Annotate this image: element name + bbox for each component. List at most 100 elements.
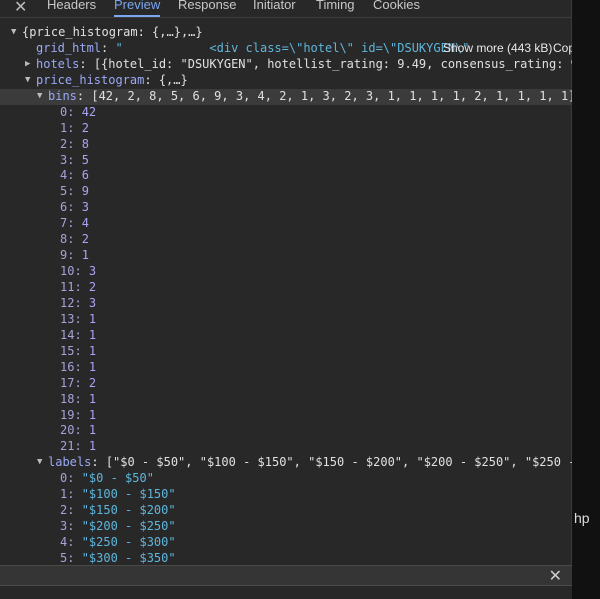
- tree-item-row[interactable]: 0: "$0 - $50": [0, 471, 572, 487]
- tab-cookies[interactable]: Cookies: [373, 0, 420, 12]
- item-value: "$150 - $200": [81, 503, 176, 518]
- item-index: 2:: [60, 136, 82, 151]
- expand-triangle-icon[interactable]: ▶: [25, 57, 30, 73]
- tree-item-row[interactable]: 12: 3: [0, 296, 572, 312]
- page-side-strip: hp: [572, 0, 600, 599]
- item-value: 1: [88, 311, 97, 326]
- tree-row-hotels[interactable]: ▶ hotels: [{hotel_id: "DSUKYGEN", hotell…: [0, 57, 572, 73]
- tree-item-row[interactable]: 15: 1: [0, 344, 572, 360]
- tab-preview[interactable]: Preview: [114, 0, 161, 17]
- tree-row-grid-html[interactable]: grid_html: " <div class=\"hotel\" id=\"D…: [0, 41, 572, 57]
- item-value: "$0 - $50": [81, 471, 154, 486]
- tree-item-row[interactable]: 13: 1: [0, 312, 572, 328]
- tree-item-row[interactable]: 6: 3: [0, 200, 572, 216]
- tree-item-row[interactable]: 5: "$300 - $350": [0, 551, 572, 565]
- tab-timing[interactable]: Timing: [316, 0, 355, 12]
- tree-item-row[interactable]: 9: 1: [0, 248, 572, 264]
- tree-item-row[interactable]: 21: 1: [0, 439, 572, 455]
- item-value: 1: [88, 423, 97, 438]
- item-index: 13:: [60, 311, 89, 326]
- item-index: 0:: [60, 471, 82, 486]
- expand-triangle-icon[interactable]: ▼: [25, 73, 30, 89]
- item-index: 20:: [60, 423, 89, 438]
- tree-item-row[interactable]: 4: "$250 - $300": [0, 535, 572, 551]
- tree-item-row[interactable]: 3: "$200 - $250": [0, 519, 572, 535]
- item-index: 0:: [60, 104, 82, 119]
- item-index: 14:: [60, 327, 89, 342]
- tree-item-row[interactable]: 7: 4: [0, 216, 572, 232]
- item-value: "$300 - $350": [81, 550, 176, 565]
- tree-row-bins[interactable]: ▼ bins: [42, 2, 8, 5, 6, 9, 3, 4, 2, 1, …: [0, 88, 572, 105]
- tree-root[interactable]: ▼ {price_histogram: {,…},…}: [0, 25, 572, 41]
- copy-button[interactable]: Copy: [553, 41, 572, 57]
- item-value: 4: [81, 216, 89, 231]
- item-value: 2: [81, 232, 89, 247]
- item-index: 8:: [60, 232, 82, 247]
- expand-triangle-icon[interactable]: ▼: [11, 25, 16, 41]
- item-index: 12:: [60, 295, 89, 310]
- tree-item-row[interactable]: 1: "$100 - $150": [0, 487, 572, 503]
- tree-row-price-histogram[interactable]: ▼ price_histogram: {,…}: [0, 73, 572, 89]
- tree-item-row[interactable]: 14: 1: [0, 328, 572, 344]
- item-value: 1: [88, 343, 97, 358]
- item-index: 19:: [60, 407, 89, 422]
- item-index: 9:: [60, 248, 82, 263]
- item-value: 8: [81, 136, 89, 151]
- tree-row-labels[interactable]: ▼ labels: ["$0 - $50", "$100 - $150", "$…: [0, 455, 572, 471]
- tree-item-row[interactable]: 20: 1: [0, 423, 572, 439]
- item-index: 1:: [60, 120, 82, 135]
- hotels-key: hotels: [36, 56, 80, 71]
- tab-initiator[interactable]: Initiator: [253, 0, 296, 12]
- tree-item-row[interactable]: 11: 2: [0, 280, 572, 296]
- tree-item-row[interactable]: 10: 3: [0, 264, 572, 280]
- item-index: 2:: [60, 503, 82, 518]
- item-index: 7:: [60, 216, 82, 231]
- item-value: 9: [81, 184, 89, 199]
- tab-response[interactable]: Response: [178, 0, 237, 12]
- labels-value: ["$0 - $50", "$100 - $150", "$150 - $200…: [105, 455, 572, 470]
- item-value: 2: [88, 280, 97, 294]
- expand-triangle-icon[interactable]: ▼: [37, 89, 42, 105]
- show-more-button[interactable]: Show more (443 kB): [443, 41, 552, 57]
- tree-item-row[interactable]: 5: 9: [0, 184, 572, 200]
- bins-value: [42, 2, 8, 5, 6, 9, 3, 4, 2, 1, 3, 2, 3,…: [91, 88, 572, 103]
- item-index: 4:: [60, 168, 82, 183]
- tab-headers[interactable]: Headers: [47, 0, 96, 12]
- tree-item-row[interactable]: 17: 2: [0, 376, 572, 392]
- item-value: 2: [81, 120, 89, 135]
- root-summary: {price_histogram: {,…},…}: [22, 25, 203, 39]
- close-icon[interactable]: ✕: [14, 0, 27, 17]
- tree-item-row[interactable]: 4: 6: [0, 168, 572, 184]
- hotels-value: [{hotel_id: "DSUKYGEN", hotellist_rating…: [93, 56, 572, 71]
- price-histogram-value: {,…}: [158, 72, 188, 87]
- tree-item-row[interactable]: 2: 8: [0, 137, 572, 153]
- expand-triangle-icon[interactable]: ▼: [37, 455, 42, 471]
- item-index: 18:: [60, 391, 89, 406]
- page-text-fragment: hp: [574, 510, 590, 526]
- item-index: 10:: [60, 264, 89, 279]
- item-index: 3:: [60, 519, 82, 534]
- close-drawer-icon[interactable]: ✕: [549, 566, 562, 586]
- drawer-bar: ✕: [0, 565, 572, 586]
- item-value: 3: [81, 200, 89, 215]
- devtools-network-panel: ✕ Headers Preview Response Initiator Tim…: [0, 0, 572, 599]
- tree-item-row[interactable]: 1: 2: [0, 121, 572, 137]
- tree-item-row[interactable]: 3: 5: [0, 153, 572, 169]
- tab-bar: ✕ Headers Preview Response Initiator Tim…: [0, 0, 572, 18]
- item-index: 11:: [60, 280, 89, 294]
- labels-key: labels: [48, 455, 92, 470]
- item-index: 16:: [60, 359, 89, 374]
- item-index: 5:: [60, 550, 82, 565]
- item-value: 5: [81, 152, 89, 167]
- item-value: 1: [88, 391, 97, 406]
- item-value: "$200 - $250": [81, 519, 176, 534]
- item-index: 1:: [60, 487, 82, 502]
- tree-item-row[interactable]: 0: 42: [0, 105, 572, 121]
- item-value: 3: [88, 295, 97, 310]
- tree-item-row[interactable]: 8: 2: [0, 232, 572, 248]
- tree-item-row[interactable]: 2: "$150 - $200": [0, 503, 572, 519]
- item-value: 42: [81, 104, 97, 119]
- tree-item-row[interactable]: 16: 1: [0, 360, 572, 376]
- tree-item-row[interactable]: 19: 1: [0, 408, 572, 424]
- tree-item-row[interactable]: 18: 1: [0, 392, 572, 408]
